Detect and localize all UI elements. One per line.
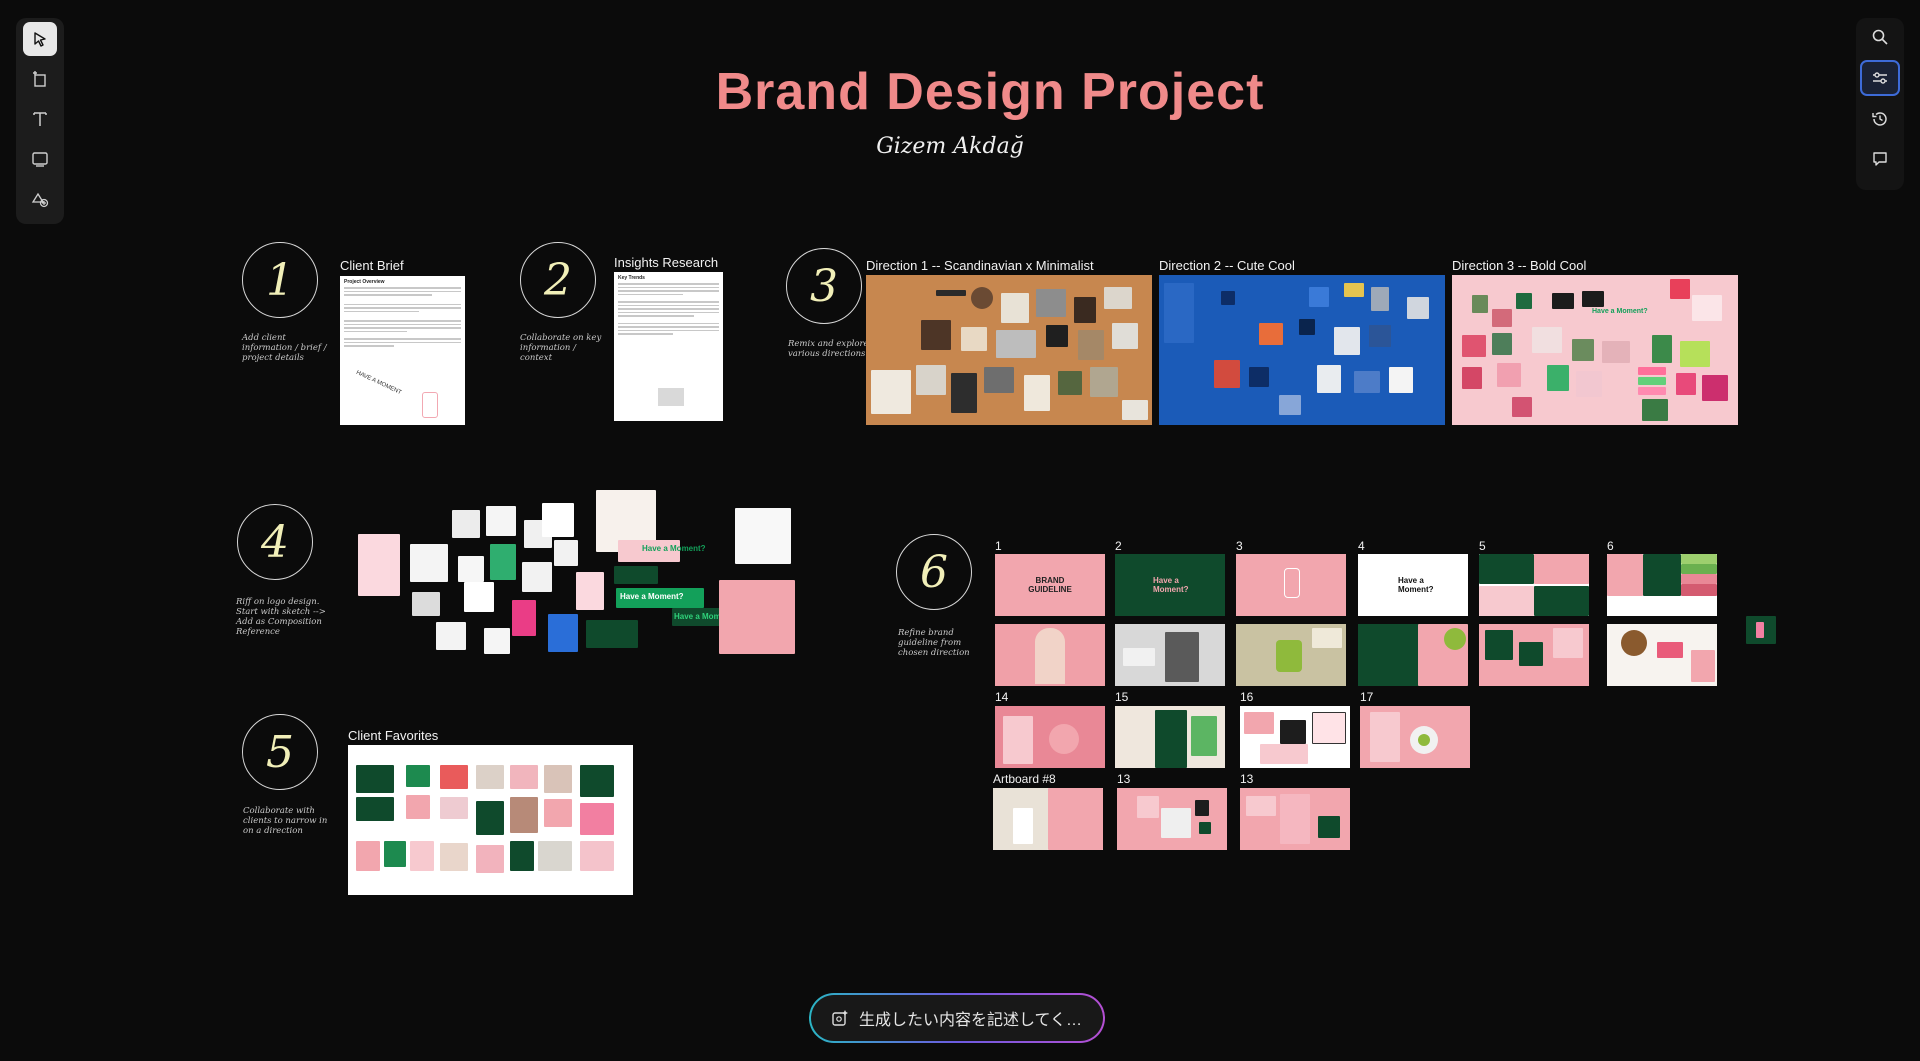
step-5-badge: 5 xyxy=(242,714,318,790)
step-2-note: Collaborate on key information / context xyxy=(520,333,602,363)
search-icon xyxy=(1872,29,1888,45)
direction-3-moodboard[interactable]: Have a Moment? xyxy=(1452,275,1738,425)
artboard-label: 14 xyxy=(995,690,1009,704)
artboard-label: 2 xyxy=(1115,539,1122,553)
artboard-16[interactable] xyxy=(1240,706,1350,768)
artboard-1[interactable]: BRAND GUIDELINE xyxy=(995,554,1105,616)
artboard-13a[interactable] xyxy=(1117,788,1227,850)
artboard-label: 5 xyxy=(1479,539,1486,553)
artboard-9[interactable] xyxy=(1236,624,1346,686)
direction-2-label: Direction 2 -- Cute Cool xyxy=(1159,258,1295,273)
artboard-label: Artboard #8 xyxy=(993,772,1056,786)
artboard-label: 4 xyxy=(1358,539,1365,553)
author-signature: Gizem Akdağ xyxy=(876,134,1024,159)
shapes-plus-icon xyxy=(31,192,49,208)
insights-document[interactable]: Key Trends xyxy=(614,272,723,421)
logo-text-1: Have a Moment? xyxy=(642,544,706,553)
logo-sketch-collage[interactable]: Have a Moment? Have a Moment? Have a Mom… xyxy=(352,488,800,658)
artboard-15[interactable] xyxy=(1115,706,1225,768)
artboard-label: 13 xyxy=(1240,772,1254,786)
artboard-7[interactable] xyxy=(995,624,1105,686)
prompt-placeholder[interactable]: 生成したい内容を記述してく… xyxy=(859,1006,1082,1030)
artboard-5[interactable] xyxy=(1479,554,1589,616)
insights-heading: Key Trends xyxy=(618,275,645,281)
artboard-14[interactable] xyxy=(995,706,1105,768)
step-6-note: Refine brand guideline from chosen direc… xyxy=(898,628,970,658)
client-brief-document[interactable]: Project Overview HAVE A MOMENT xyxy=(340,276,465,425)
artboard-11[interactable] xyxy=(1479,624,1589,686)
floating-sticker[interactable] xyxy=(1746,616,1776,644)
brand-guideline-text: BRAND GUIDELINE xyxy=(1028,576,1072,594)
select-tool-button[interactable] xyxy=(23,22,57,56)
artboard-8-alt[interactable] xyxy=(993,788,1103,850)
step-3-badge: 3 xyxy=(786,248,862,324)
generate-icon xyxy=(832,1010,848,1026)
direction-1-moodboard[interactable] xyxy=(866,275,1152,425)
step-1-badge: 1 xyxy=(242,242,318,318)
step-3-note: Remix and explore various directions xyxy=(788,339,869,359)
artboard-label: 16 xyxy=(1240,690,1254,704)
cursor-icon xyxy=(34,32,46,47)
artboard-label: 13 xyxy=(1117,772,1131,786)
brief-stamp-text: HAVE A MOMENT xyxy=(355,369,403,397)
brief-heading: Project Overview xyxy=(344,279,385,285)
logo-text-2: Have a Moment? xyxy=(620,592,684,601)
artboard-17[interactable] xyxy=(1360,706,1470,768)
step-1-note: Add client information / brief / project… xyxy=(242,333,327,363)
artboard-12[interactable] xyxy=(1607,624,1717,686)
artboard-label: 1 xyxy=(995,539,1002,553)
artboard-8[interactable] xyxy=(1115,624,1225,686)
artboard-13b[interactable] xyxy=(1240,788,1350,850)
artboard-2[interactable]: Have a Moment? xyxy=(1115,554,1225,616)
artboard-6[interactable] xyxy=(1607,554,1717,616)
artboard-label: 3 xyxy=(1236,539,1243,553)
step-2-badge: 2 xyxy=(520,242,596,318)
have-moment-text: Have a Moment? xyxy=(1398,576,1434,594)
dir3-logo-text: Have a Moment? xyxy=(1592,308,1648,315)
artboard-4[interactable]: Have a Moment? xyxy=(1358,554,1468,616)
artboard-10[interactable] xyxy=(1358,624,1468,686)
direction-2-moodboard[interactable] xyxy=(1159,275,1445,425)
client-favorites-board[interactable] xyxy=(348,745,633,895)
have-moment-text: Have a Moment? xyxy=(1153,576,1189,594)
step-4-note: Riff on logo design. Start with sketch -… xyxy=(236,597,326,637)
artboard-label: 17 xyxy=(1360,690,1374,704)
assets-tool-button[interactable] xyxy=(23,182,57,216)
step-4-badge: 4 xyxy=(237,504,313,580)
step-5-note: Collaborate with clients to narrow in on… xyxy=(243,806,328,836)
artboard-label: 15 xyxy=(1115,690,1129,704)
direction-3-label: Direction 3 -- Bold Cool xyxy=(1452,258,1587,273)
artboard-label: 6 xyxy=(1607,539,1614,553)
insights-label: Insights Research xyxy=(614,255,719,270)
page-title: Brand Design Project xyxy=(715,63,1265,121)
client-favorites-label: Client Favorites xyxy=(348,728,439,743)
search-button[interactable] xyxy=(1862,20,1898,54)
client-brief-label: Client Brief xyxy=(340,258,404,273)
step-6-badge: 6 xyxy=(896,534,972,610)
artboard-3[interactable] xyxy=(1236,554,1346,616)
direction-1-label: Direction 1 -- Scandinavian x Minimalist xyxy=(866,258,1094,273)
generate-prompt-bar[interactable]: 生成したい内容を記述してく… xyxy=(809,993,1105,1043)
